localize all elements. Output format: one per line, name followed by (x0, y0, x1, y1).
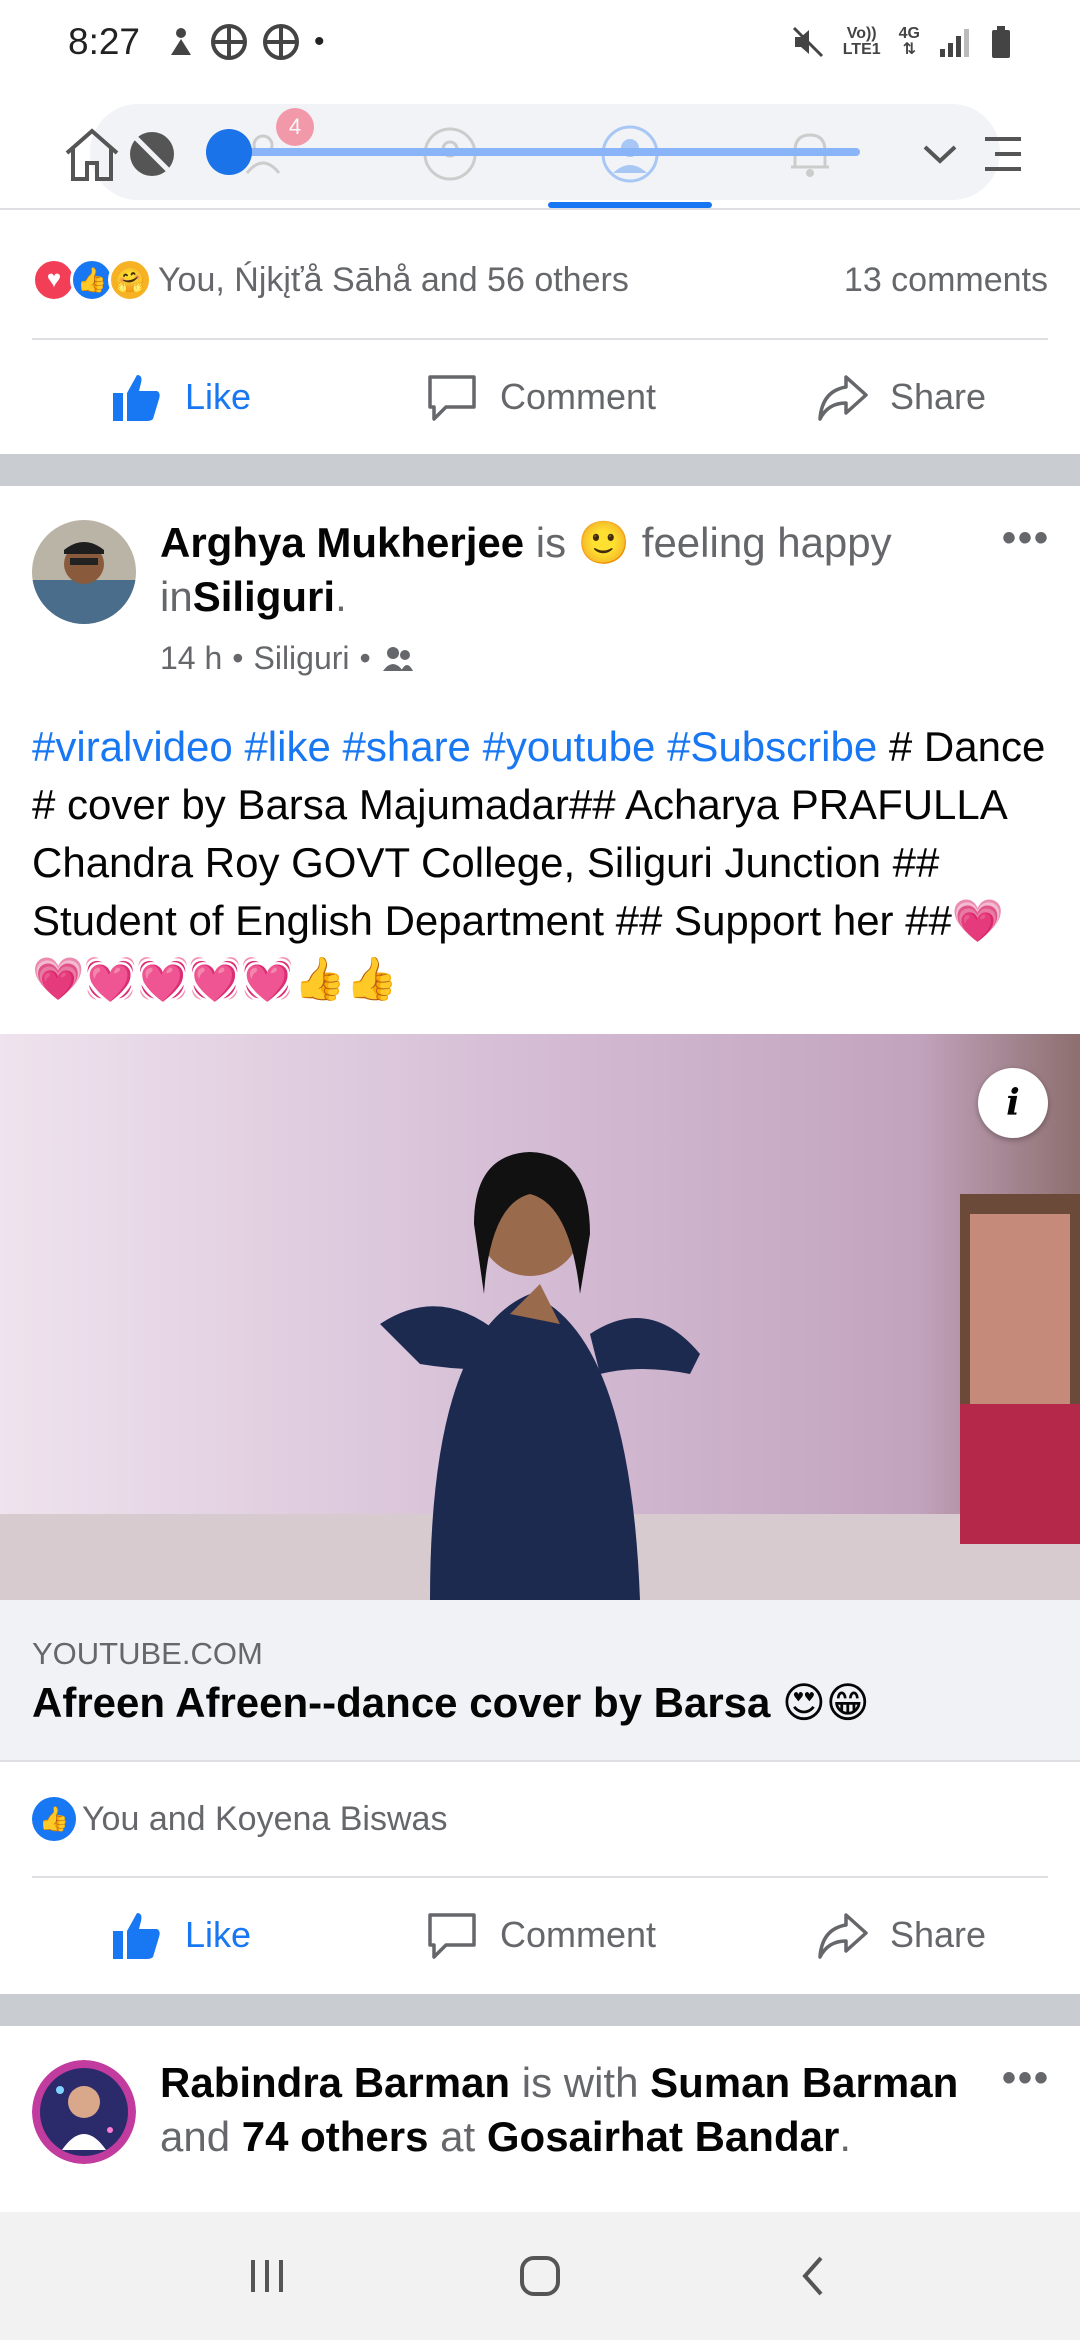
app-icon (211, 24, 248, 60)
post2-share-button[interactable]: Share (720, 1907, 1080, 1963)
friends-audience-icon (382, 646, 413, 671)
back-icon[interactable] (785, 2248, 841, 2304)
share-icon (818, 1913, 868, 1959)
app-icon (263, 24, 300, 60)
tagged-others[interactable]: 74 others (242, 2113, 429, 2160)
post2-more-options-icon[interactable]: ••• (1002, 516, 1050, 561)
post2-like-button[interactable]: Like (0, 1907, 360, 1963)
divider (32, 338, 1048, 340)
avatar[interactable] (32, 520, 136, 624)
post-author[interactable]: Rabindra Barman (160, 2059, 510, 2106)
home-button-icon[interactable] (512, 2248, 568, 2304)
like-reaction-icon: 👍 (32, 1797, 76, 1841)
reaction-summary[interactable]: You and Koyena Biswas (82, 1800, 447, 1839)
divider (32, 1876, 1048, 1878)
recent-apps-icon[interactable] (239, 2248, 295, 2304)
post2-comment-button[interactable]: Comment (360, 1907, 720, 1963)
location-link[interactable]: Gosairhat Bandar (487, 2113, 839, 2160)
post-time[interactable]: 14 h (160, 640, 222, 677)
post1-actions: Like Comment Share (0, 342, 1080, 452)
post3-header-text: Rabindra Barman is with Suman Barman and… (160, 2059, 959, 2160)
reaction-summary[interactable]: You, Ńjkįťå Sāhå and 56 others (158, 261, 629, 300)
system-navigation-bar (0, 2212, 1080, 2340)
feeling-emoji: 🙂 (577, 519, 631, 566)
video-thumbnail[interactable]: i (0, 1034, 1080, 1600)
friends-badge: 4 (276, 108, 314, 146)
video-frame-image (0, 1034, 1080, 1600)
tagged-person[interactable]: Suman Barman (650, 2059, 958, 2106)
post1-comment-button[interactable]: Comment (360, 369, 720, 425)
overlay-slider-thumb[interactable] (206, 129, 252, 175)
link-preview[interactable]: YOUTUBE.COM Afreen Afreen--dance cover b… (0, 1600, 1080, 1762)
post-hashtags[interactable]: #viralvideo #like #share #youtube #Subsc… (32, 723, 877, 770)
network-indicator: 4G ⇅ (898, 25, 920, 58)
post3-more-options-icon[interactable]: ••• (1002, 2056, 1050, 2101)
post-separator (0, 454, 1080, 486)
post-author[interactable]: Arghya Mukherjee (160, 519, 524, 566)
post1-like-button[interactable]: Like (0, 369, 360, 425)
post2-reactions-row[interactable]: 👍 You and Koyena Biswas (32, 1774, 447, 1864)
menu-icon[interactable] (962, 114, 1042, 194)
comment-icon (428, 1913, 476, 1959)
status-notification-icons: • (166, 23, 325, 61)
battery-icon (992, 26, 1010, 58)
post-meta-location[interactable]: Siliguri (253, 640, 349, 677)
location-link[interactable]: Siliguri (193, 573, 335, 620)
post-separator (0, 1994, 1080, 2026)
signal-icon (940, 29, 969, 57)
more-notifications-dot: • (314, 25, 325, 58)
thumbs-up-icon (112, 375, 160, 421)
post2-header-text: Arghya Mukherjee is 🙂 feeling happy inSi… (160, 519, 892, 620)
post2-meta: 14 h • Siliguri • (160, 640, 415, 677)
info-icon[interactable]: i (978, 1068, 1048, 1138)
comment-icon (428, 375, 476, 421)
top-navigation: 4 (0, 84, 1080, 210)
post2-body: #viralvideo #like #share #youtube #Subsc… (32, 718, 1052, 1008)
link-domain: YOUTUBE.COM (32, 1636, 263, 1671)
post1-share-button[interactable]: Share (720, 369, 1080, 425)
reaction-icons: ♥ 👍 🤗 (32, 258, 152, 302)
post1-reactions-row[interactable]: ♥ 👍 🤗 You, Ńjkįťå Sāhå and 56 others 13 … (0, 220, 1080, 340)
active-tab-indicator (548, 202, 712, 208)
thumbs-up-icon (112, 1913, 160, 1959)
care-reaction-icon: 🤗 (108, 258, 152, 302)
status-bar: 8:27 • Vo)) LTE1 4G ⇅ (0, 0, 1080, 84)
volte-indicator: Vo)) LTE1 (842, 25, 881, 58)
share-icon (818, 375, 868, 421)
eye-off-icon[interactable] (112, 114, 192, 194)
notification-icon (171, 28, 192, 55)
link-title: Afreen Afreen--dance cover by Barsa 😍😁 (32, 1679, 870, 1726)
status-time: 8:27 (68, 21, 141, 62)
feeling-text[interactable]: feeling happy (642, 519, 892, 566)
avatar[interactable] (32, 2060, 136, 2164)
status-right-icons: Vo)) LTE1 4G ⇅ (791, 25, 1012, 59)
comment-count[interactable]: 13 comments (844, 261, 1048, 300)
mute-icon (792, 26, 823, 58)
overlay-slider-track[interactable] (230, 148, 860, 156)
post2-actions: Like Comment Share (0, 1880, 1080, 1990)
